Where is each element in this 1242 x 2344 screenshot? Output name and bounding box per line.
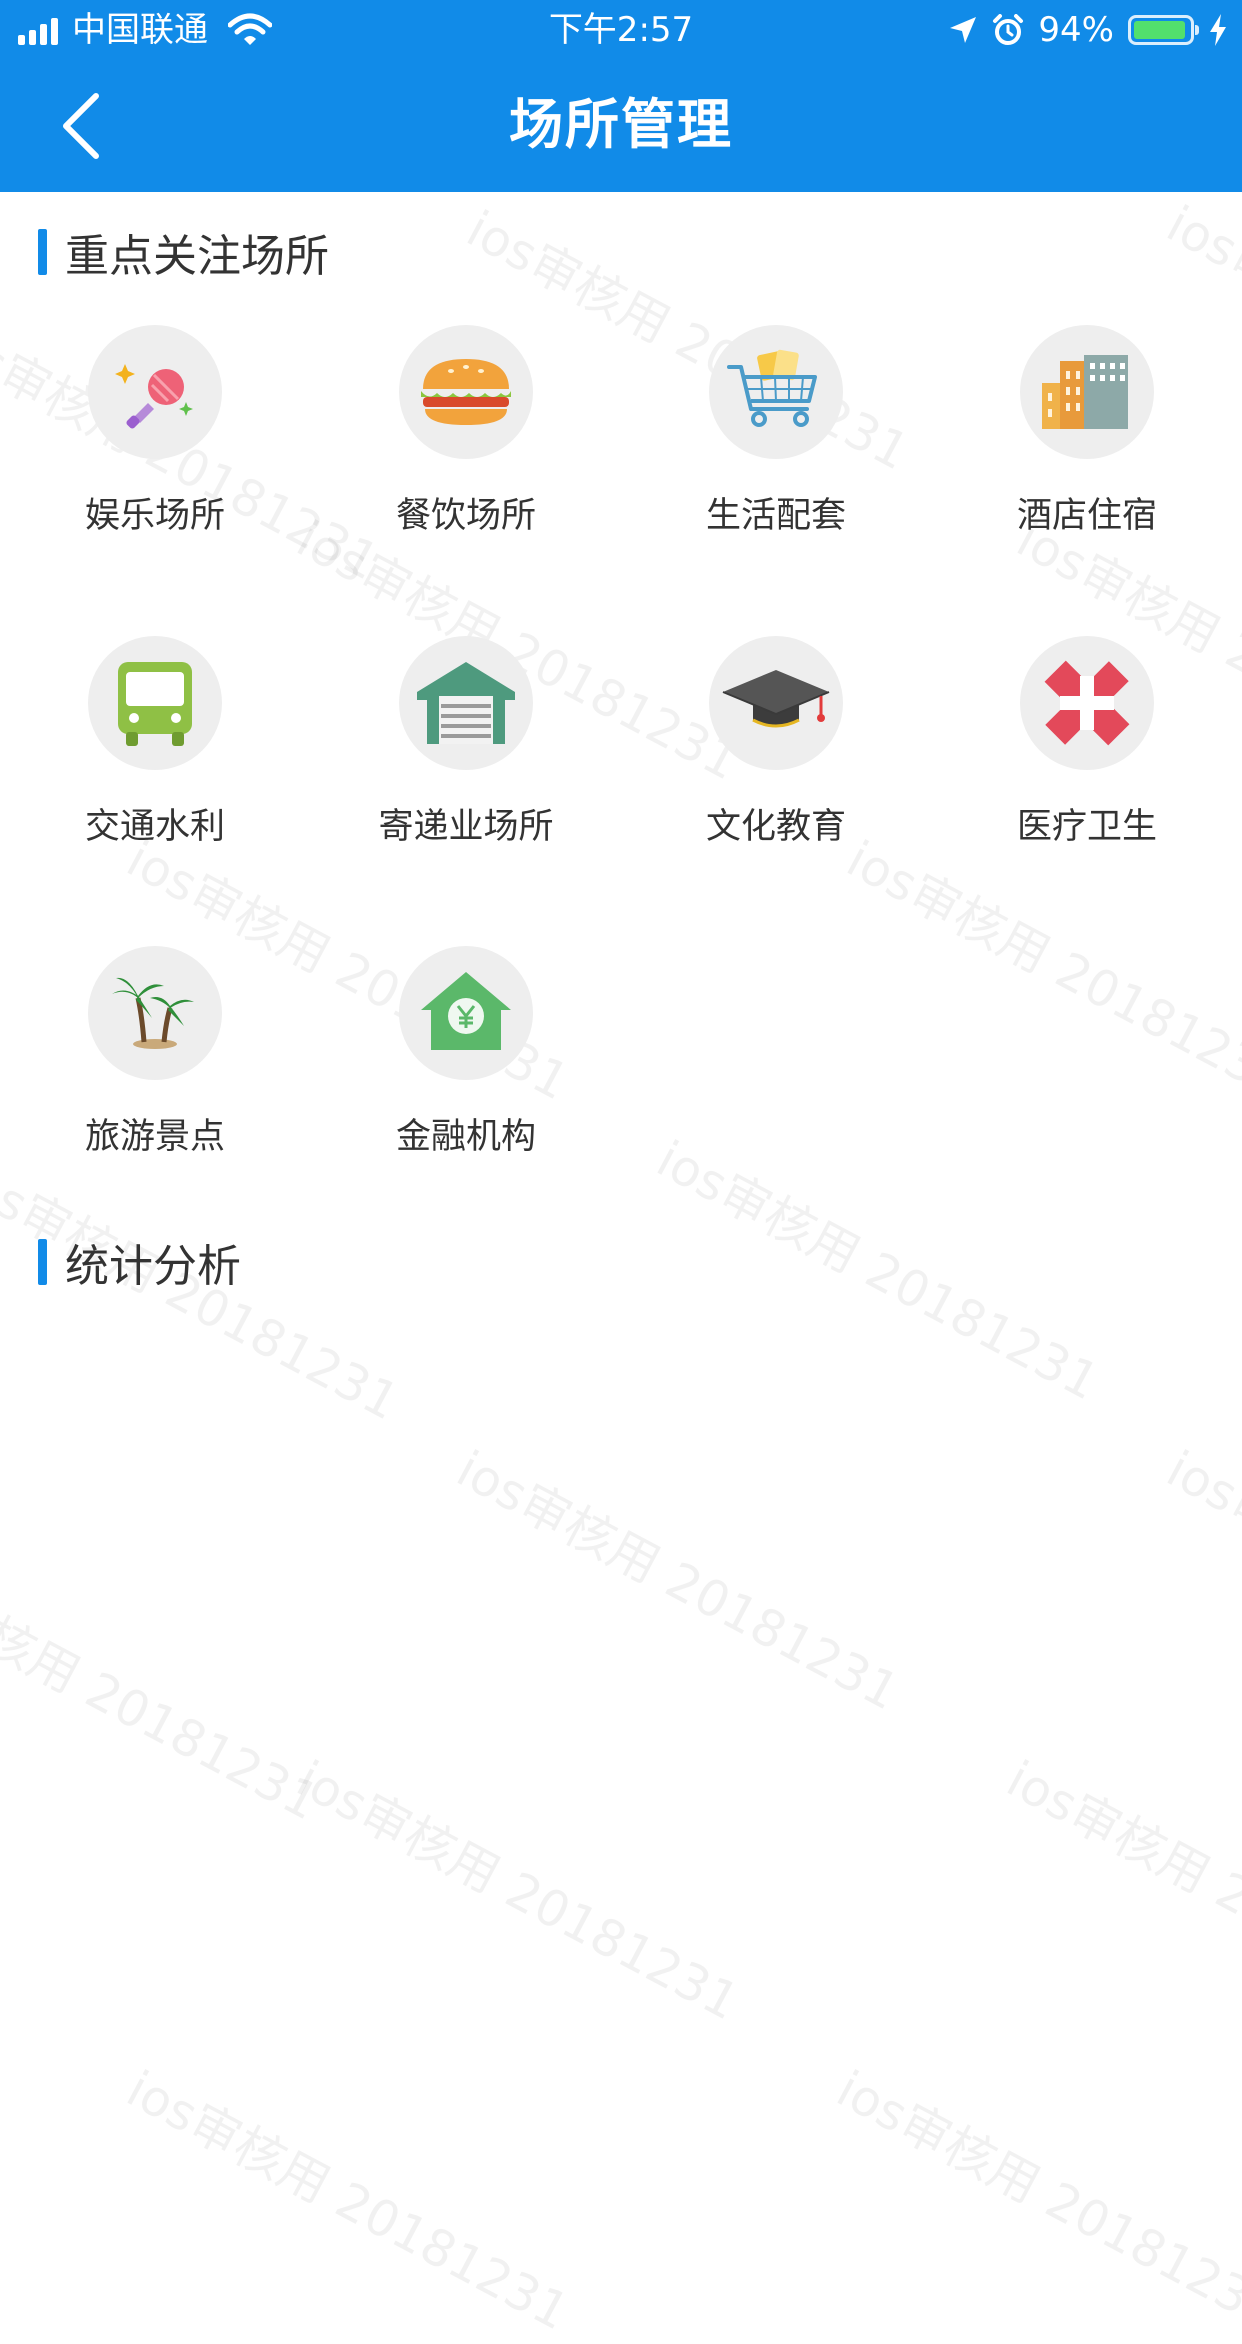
venue-item-daily-life[interactable]: 生活配套: [621, 325, 931, 585]
watermark-text: ios审核用 20181231: [0, 1549, 329, 1832]
watermark-text: ios审核用 20181231: [287, 1749, 749, 2032]
medical-cross-icon: [1044, 660, 1130, 746]
venue-item-dining[interactable]: 餐饮场所: [311, 325, 621, 585]
venue-label: 交通水利: [84, 807, 225, 847]
section-title: 重点关注场所: [65, 231, 329, 282]
venue-label: 金融机构: [395, 1117, 536, 1157]
venue-item-tourism[interactable]: 旅游景点: [0, 946, 310, 1206]
venue-item-education[interactable]: 文化教育: [621, 636, 931, 896]
palm-trees-icon: [112, 977, 194, 1049]
venue-icon-circle: [709, 325, 843, 459]
watermark-text: ios审核用 20181231: [117, 2059, 579, 2342]
location-arrow-icon: [948, 15, 978, 45]
venue-label: 寄递业场所: [378, 807, 554, 847]
battery-icon: [1128, 15, 1199, 45]
venue-icon-circle: [709, 636, 843, 770]
venue-item-entertainment[interactable]: 娱乐场所: [0, 325, 310, 585]
battery-level: [1134, 21, 1185, 39]
battery-percent: 94%: [1038, 10, 1114, 50]
venue-item-hotel[interactable]: 酒店住宿: [932, 325, 1242, 585]
watermark-text: ios审核用 20181231: [447, 1439, 909, 1722]
venue-label: 餐饮场所: [395, 496, 536, 536]
status-bar-right: 94%: [948, 0, 1228, 60]
venue-icon-circle: [88, 636, 222, 770]
page-title: 场所管理: [509, 93, 733, 156]
venue-icon-circle: [1020, 636, 1154, 770]
watermark-text: ios审核用 20181231: [1157, 1439, 1242, 1722]
section-accent-bar: [38, 229, 47, 275]
venue-icon-circle: [1020, 325, 1154, 459]
venue-item-medical[interactable]: 医疗卫生: [932, 636, 1242, 896]
section-header-key-venues: 重点关注场所: [38, 222, 329, 282]
status-bar: 中国联通 下午2:57 94%: [0, 0, 1242, 60]
alarm-clock-icon: [992, 14, 1024, 46]
venue-icon-circle: [399, 636, 533, 770]
nav-bar: 场所管理: [0, 60, 1242, 192]
venue-label: 生活配套: [705, 496, 846, 536]
venue-item-transport[interactable]: 交通水利: [0, 636, 310, 896]
charging-bolt-icon: [1208, 13, 1228, 47]
buildings-icon: [1042, 355, 1128, 429]
bus-icon: [118, 662, 192, 746]
burger-icon: [421, 359, 511, 425]
watermark-text: ios审核用 20181231: [647, 1129, 1109, 1412]
section-title: 统计分析: [65, 1241, 241, 1292]
venue-icon-circle: [88, 325, 222, 459]
top-bar: 中国联通 下午2:57 94% 场所管理: [0, 0, 1242, 192]
bank-house-icon: [421, 972, 511, 1050]
venue-label: 酒店住宿: [1016, 496, 1157, 536]
watermark-text: ios审核用 20181231: [827, 2059, 1242, 2342]
section-accent-bar: [38, 1239, 47, 1285]
venue-label: 娱乐场所: [84, 496, 225, 536]
venue-item-finance[interactable]: 金融机构: [311, 946, 621, 1206]
warehouse-icon: [417, 662, 515, 744]
venue-icon-circle: [399, 325, 533, 459]
microphone-icon: [115, 364, 193, 429]
venue-label: 旅游景点: [84, 1117, 225, 1157]
venue-label: 文化教育: [705, 807, 846, 847]
venue-icon-circle: [88, 946, 222, 1080]
venue-label: 医疗卫生: [1016, 807, 1157, 847]
graduation-cap-icon: [722, 670, 830, 728]
watermark-text: ios审核用 20181231: [997, 1749, 1242, 2032]
venue-icon-circle: [399, 946, 533, 1080]
shopping-cart-icon: [727, 349, 817, 427]
venue-item-courier[interactable]: 寄递业场所: [311, 636, 621, 896]
section-header-statistics: 统计分析: [38, 1232, 241, 1292]
